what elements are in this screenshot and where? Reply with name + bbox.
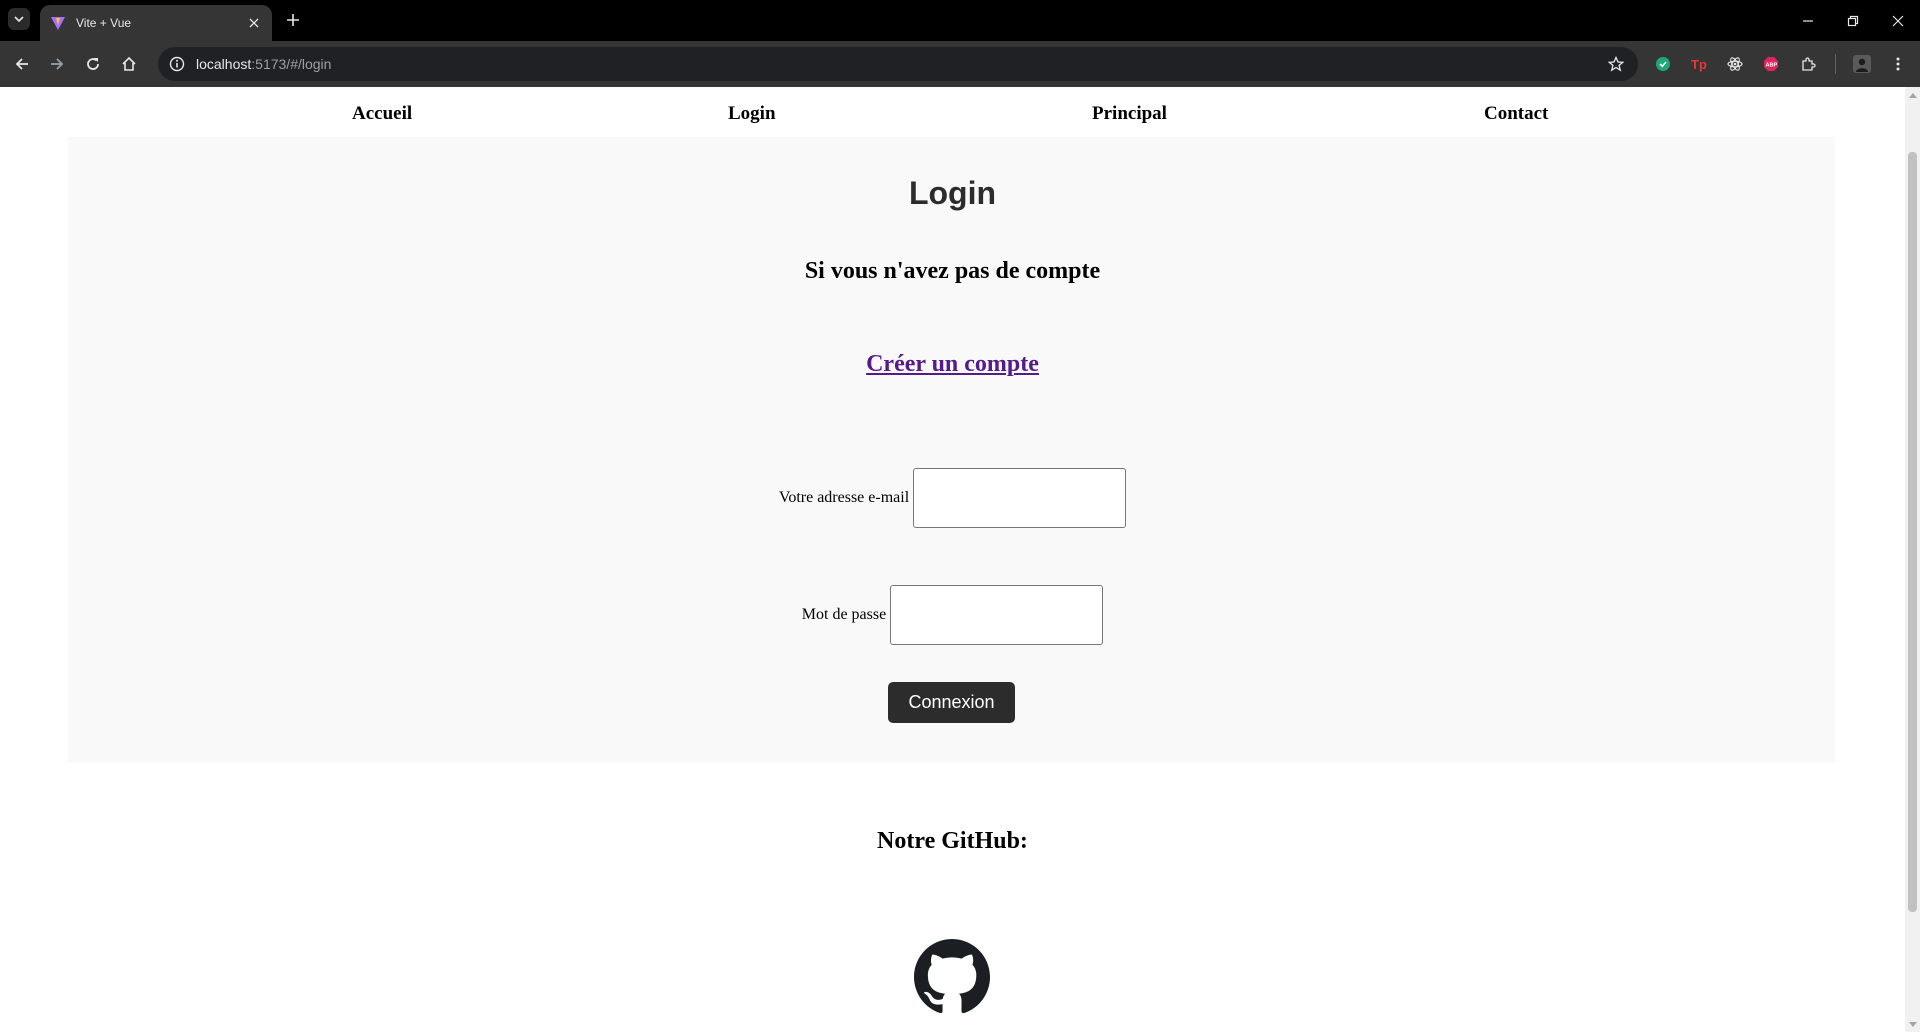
close-icon[interactable] bbox=[244, 13, 264, 33]
reload-button[interactable] bbox=[81, 52, 105, 76]
page-scrollbar[interactable] bbox=[1905, 87, 1920, 1032]
bookmark-star-icon[interactable] bbox=[1606, 54, 1626, 74]
password-label: Mot de passe bbox=[801, 606, 887, 623]
site-info-icon[interactable] bbox=[168, 55, 186, 73]
github-icon bbox=[914, 939, 990, 1014]
svg-text:Tp: Tp bbox=[1691, 57, 1707, 72]
create-account-link[interactable]: Créer un compte bbox=[0, 351, 1905, 378]
vite-icon bbox=[50, 15, 66, 31]
browser-tab-bar: Vite + Vue bbox=[0, 0, 1920, 41]
nav-link-contact[interactable]: Contact bbox=[1484, 103, 1548, 125]
more-vertical-icon bbox=[1896, 57, 1900, 71]
close-window-button[interactable] bbox=[1875, 0, 1920, 41]
restore-icon bbox=[1847, 15, 1858, 26]
no-account-subtitle: Si vous n'avez pas de compte bbox=[804, 258, 1101, 284]
github-heading: Notre GitHub: bbox=[877, 828, 1028, 854]
scrollbar-thumb[interactable] bbox=[1908, 152, 1917, 912]
url-path: :5173/#/login bbox=[251, 56, 332, 72]
shield-extension-icon[interactable] bbox=[1652, 53, 1674, 75]
arrow-left-icon bbox=[15, 58, 28, 70]
toolbar-divider bbox=[1835, 54, 1836, 74]
close-icon bbox=[1892, 15, 1903, 26]
back-button[interactable] bbox=[10, 52, 34, 76]
login-card bbox=[68, 137, 1835, 763]
minimize-button[interactable] bbox=[1785, 0, 1830, 41]
url-host: localhost bbox=[196, 56, 252, 72]
browser-toolbar: localhost:5173/#/login Tp ABP bbox=[0, 41, 1920, 87]
connexion-button[interactable]: Connexion bbox=[888, 682, 1015, 723]
page-viewport: Accueil Login Principal Contact Login Si… bbox=[0, 87, 1905, 1032]
top-navigation: Accueil Login Principal Contact bbox=[0, 87, 1905, 137]
nav-link-login[interactable]: Login bbox=[728, 103, 776, 125]
email-label: Votre adresse e-mail bbox=[778, 489, 910, 506]
new-tab-button[interactable] bbox=[282, 9, 304, 31]
scroll-down-icon[interactable] bbox=[1908, 1020, 1917, 1029]
svg-text:ABP: ABP bbox=[1766, 63, 1778, 69]
tab-title: Vite + Vue bbox=[76, 16, 132, 30]
extensions-puzzle-icon[interactable] bbox=[1797, 53, 1819, 75]
home-button[interactable] bbox=[117, 52, 141, 76]
browser-menu-button[interactable] bbox=[1887, 53, 1909, 75]
arrow-right-icon bbox=[51, 58, 64, 70]
password-row: Mot de passe bbox=[0, 585, 1905, 645]
avatar-icon bbox=[1853, 55, 1871, 73]
scroll-up-icon[interactable] bbox=[1908, 90, 1917, 99]
minimize-icon bbox=[1802, 19, 1813, 22]
page-title: Login bbox=[908, 175, 997, 211]
nav-link-accueil[interactable]: Accueil bbox=[352, 103, 412, 125]
email-field[interactable] bbox=[913, 468, 1127, 528]
tab-search-button[interactable] bbox=[8, 8, 30, 30]
react-extension-icon[interactable] bbox=[1724, 53, 1746, 75]
email-row: Votre adresse e-mail bbox=[0, 468, 1905, 528]
browser-tab[interactable]: Vite + Vue bbox=[40, 5, 272, 41]
reload-icon bbox=[87, 58, 99, 70]
nav-link-principal[interactable]: Principal bbox=[1092, 103, 1167, 125]
tp-extension-icon[interactable]: Tp bbox=[1688, 53, 1710, 75]
forward-button[interactable] bbox=[45, 52, 69, 76]
url-text[interactable]: localhost:5173/#/login bbox=[196, 56, 1606, 72]
plus-icon bbox=[287, 14, 299, 26]
profile-avatar[interactable] bbox=[1851, 53, 1873, 75]
window-controls bbox=[1785, 0, 1920, 41]
password-field[interactable] bbox=[890, 585, 1104, 645]
restore-button[interactable] bbox=[1830, 0, 1875, 41]
address-bar[interactable]: localhost:5173/#/login bbox=[158, 47, 1638, 81]
home-icon bbox=[122, 56, 136, 71]
adblock-extension-icon[interactable]: ABP bbox=[1760, 53, 1782, 75]
chevron-down-icon bbox=[14, 16, 24, 23]
